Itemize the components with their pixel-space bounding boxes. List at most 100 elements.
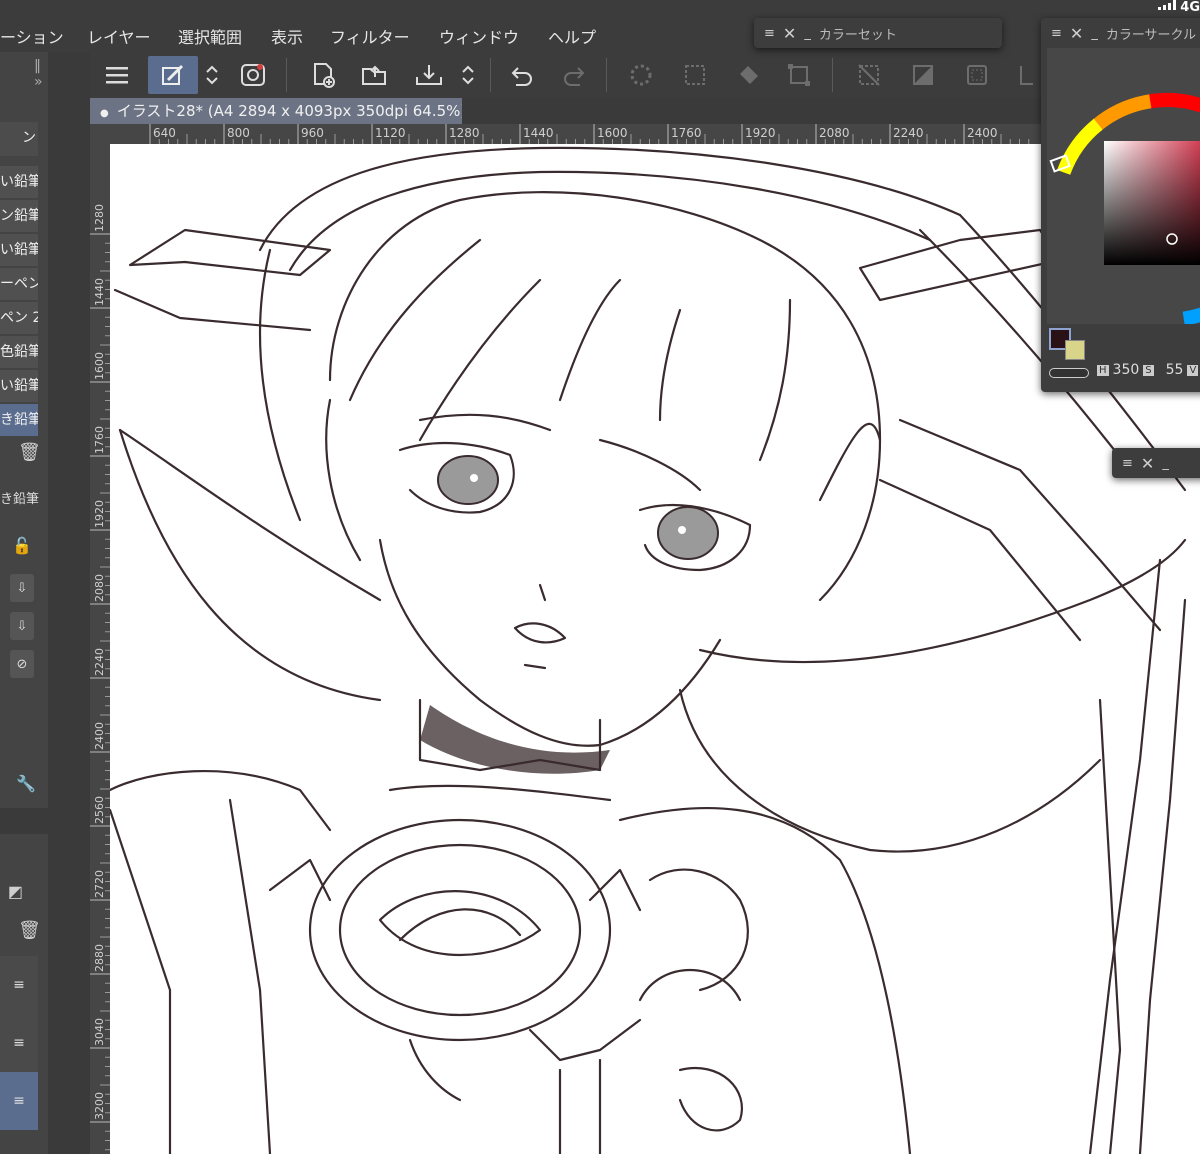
menu-layer[interactable]: レイヤー [87, 24, 151, 48]
layer-trash-icon[interactable]: 🗑 [18, 920, 41, 941]
color-circle-header: ≡ ✕ _ カラーサークル [1041, 18, 1200, 48]
brush-item-7[interactable]: き鉛筆 [0, 404, 38, 436]
document-tab[interactable]: ● イラスト28* (A4 2894 x 4093px 350dpi 64.5%) [90, 98, 462, 124]
menu-selection[interactable]: 選択範囲 [178, 24, 242, 48]
download-icon-2[interactable]: ⇩ [10, 612, 34, 640]
minimize-icon[interactable]: _ [1162, 456, 1169, 471]
ruler-label: 2240 [893, 126, 924, 140]
brush-item-4[interactable]: ペン 2 [0, 302, 38, 334]
brush-settings-icon[interactable] [148, 56, 198, 94]
ruler-label: 800 [227, 126, 250, 140]
ruler-label-vertical: 1280 [93, 204, 106, 232]
minimize-icon[interactable]: _ [804, 26, 811, 41]
color-circle-panel: ≡ ✕ _ カラーサークル H 350 S 55 V [1041, 18, 1200, 392]
brush-item-5[interactable]: 色鉛筆 [0, 336, 38, 368]
document-title: イラスト28* (A4 2894 x 4093px 350dpi 64.5%) [116, 102, 462, 120]
sketch-illustration [110, 146, 1187, 1154]
trash-icon[interactable]: 🗑 [18, 442, 41, 463]
s-label: S [1143, 364, 1154, 376]
ruler-label: 2400 [967, 126, 998, 140]
disable-icon[interactable]: ⊘ [10, 650, 34, 678]
color-circle-body [1047, 48, 1200, 327]
download-icon[interactable]: ⇩ [10, 574, 34, 602]
collapsed-panel-header: ≡ ✕ _ [1112, 448, 1200, 478]
invert-selection-icon[interactable] [904, 56, 942, 94]
new-file-icon[interactable] [304, 56, 342, 94]
save-icon[interactable] [410, 56, 448, 94]
command-bar [90, 52, 1045, 98]
drawing-canvas[interactable] [110, 144, 1200, 1154]
hsv-readout: H 350 S 55 V [1097, 362, 1199, 378]
open-folder-icon[interactable] [356, 56, 394, 94]
brush-item-6[interactable]: い鉛筆 [0, 370, 38, 402]
menu-view[interactable]: 表示 [271, 24, 303, 48]
close-icon[interactable]: ✕ [1070, 24, 1083, 43]
lock-icon[interactable]: 🔓 [12, 536, 32, 555]
ruler-label: 1120 [375, 126, 406, 140]
panel-handle-icon[interactable]: ≡ [1051, 26, 1062, 41]
more-icon[interactable] [1010, 56, 1040, 94]
collapsed-panel: ≡ ✕ _ [1112, 448, 1200, 478]
h-label: H [1097, 364, 1109, 376]
brush-item-1[interactable]: ン鉛筆 [0, 200, 38, 232]
eraser-tool-icon[interactable] [234, 56, 272, 94]
brush-group-tab[interactable]: ン [0, 122, 38, 156]
select-all-icon[interactable] [676, 56, 714, 94]
left-panel: ‖ » ン い鉛筆 ン鉛筆 い鉛筆 ーペン ペン 2 色鉛筆 い鉛筆 き鉛筆 🗑… [0, 52, 48, 1154]
menu-icon[interactable] [98, 56, 136, 94]
wrench-icon[interactable]: 🔧 [16, 774, 36, 793]
ruler-label: 1600 [597, 126, 628, 140]
close-icon[interactable]: ✕ [783, 24, 796, 43]
ruler-label-vertical: 2400 [93, 722, 106, 750]
ruler-label-vertical: 3040 [93, 1018, 106, 1046]
crop-icon[interactable] [958, 56, 996, 94]
menu-window[interactable]: ウィンドウ [439, 24, 519, 48]
layer-mask-icon[interactable]: ◩ [8, 882, 23, 901]
redo-icon[interactable] [556, 56, 594, 94]
menu-bar: ーション レイヤー 選択範囲 表示 フィルター ウィンドウ ヘルプ 4G [0, 0, 1200, 52]
panel-handle-icon[interactable]: ≡ [764, 26, 775, 41]
ruler-label-vertical: 1920 [93, 500, 106, 528]
ruler-label: 1280 [449, 126, 480, 140]
tab-dot-icon: ● [100, 108, 109, 119]
ruler-label-vertical: 2560 [93, 796, 106, 824]
network-label: 4G [1180, 0, 1200, 15]
collapse-icon[interactable]: ‖ » [34, 58, 48, 90]
menu-animation[interactable]: ーション [0, 24, 64, 48]
layer-row-handle-3[interactable]: ≡ [0, 1072, 38, 1130]
color-set-title: カラーセット [818, 27, 897, 43]
layer-row-handle-2[interactable]: ≡ [0, 1014, 38, 1072]
ruler-label-vertical: 2880 [93, 944, 106, 972]
signal-icon [1158, 0, 1177, 10]
horizontal-ruler: 640 800 960 1120 1280 1440 1600 1760 1920 2080 224… [90, 124, 1045, 144]
fill-icon[interactable] [730, 56, 768, 94]
panel-handle-icon[interactable]: ≡ [1122, 456, 1133, 471]
deselect-icon[interactable] [850, 56, 888, 94]
transparent-color-icon[interactable] [1049, 368, 1089, 378]
ruler-label: 1920 [745, 126, 776, 140]
toolbar-separator [606, 58, 607, 92]
loading-icon[interactable] [622, 56, 660, 94]
brush-item-0[interactable]: い鉛筆 [0, 166, 38, 198]
transform-icon[interactable] [780, 56, 818, 94]
menu-help[interactable]: ヘルプ [548, 24, 596, 48]
updown-icon-2[interactable] [454, 56, 482, 94]
v-label: V [1187, 364, 1199, 376]
layer-row-handle-1[interactable]: ≡ [0, 956, 38, 1014]
sub-color-swatch[interactable] [1065, 340, 1085, 360]
ruler-label-vertical: 1760 [93, 426, 106, 454]
close-icon[interactable]: ✕ [1141, 454, 1154, 473]
ruler-label-vertical: 2240 [93, 648, 106, 676]
color-wheel[interactable] [1047, 48, 1200, 327]
h-value: 350 [1112, 362, 1140, 378]
updown-icon[interactable] [198, 56, 226, 94]
brush-item-3[interactable]: ーペン [0, 268, 38, 300]
color-set-header: ≡ ✕ _ カラーセット [754, 18, 1002, 48]
toolbar-separator [490, 58, 491, 92]
minimize-icon[interactable]: _ [1091, 26, 1098, 41]
brush-item-2[interactable]: い鉛筆 [0, 234, 38, 266]
undo-icon[interactable] [502, 56, 540, 94]
ruler-label: 640 [153, 126, 176, 140]
menu-filter[interactable]: フィルター [330, 24, 410, 48]
ruler-label-vertical: 1600 [93, 352, 106, 380]
